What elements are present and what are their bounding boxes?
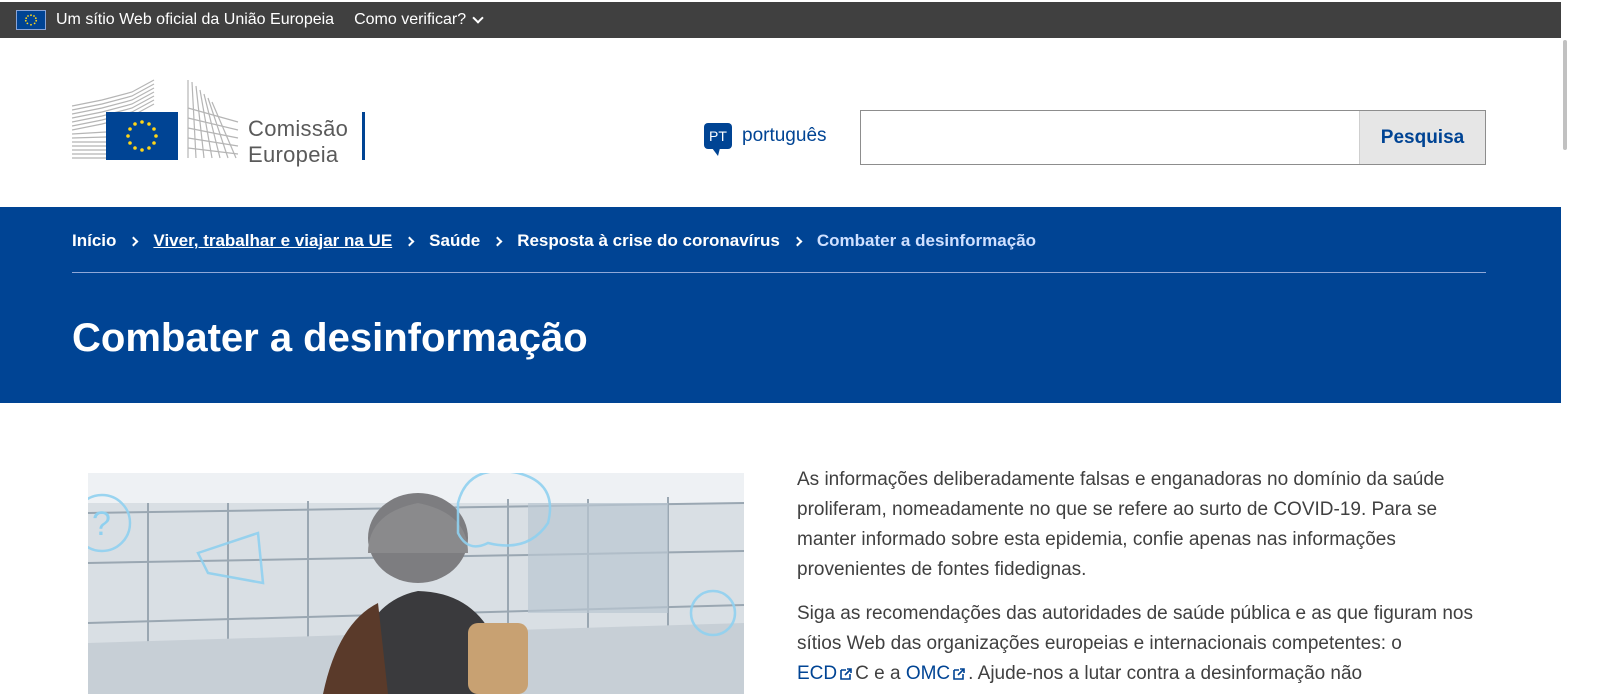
intro-paragraph-2: Siga as recomendações das autoridades de… (797, 599, 1487, 689)
logo-line-1: Comissão (248, 116, 349, 141)
svg-text:?: ? (92, 505, 111, 543)
language-selector[interactable]: PT português (704, 123, 827, 156)
language-code-icon: PT (704, 123, 732, 156)
page-title: Combater a desinformação (72, 316, 588, 360)
official-site-text: Um sítio Web oficial da União Europeia (56, 11, 335, 28)
official-eu-banner: Um sítio Web oficial da União Europeia C… (0, 2, 1592, 38)
omc-link-label: OMC (905, 663, 951, 684)
eu-flag-icon (16, 10, 46, 30)
chevron-right-icon (792, 236, 803, 246)
scrollbar-thumb[interactable] (1563, 40, 1567, 150)
logo-wordmark: Comissão Europeia (248, 116, 348, 168)
paragraph-2-end: . Ajude-nos a lutar contra a desinformaç… (968, 663, 1363, 684)
chevron-right-icon (128, 236, 139, 246)
language-label: português (742, 125, 827, 146)
search-form: Pesquisa (860, 110, 1486, 165)
breadcrumb-item-health[interactable]: Saúde (429, 231, 480, 251)
external-link-icon (953, 668, 965, 680)
breadcrumb: Início Viver, trabalhar e viajar na UE S… (72, 231, 1036, 251)
ecdc-link-label: ECD (797, 663, 838, 684)
ecdc-link-tail: C e a (855, 663, 901, 684)
intro-content: As informações deliberadamente falsas e … (797, 465, 1487, 694)
breadcrumb-item-home[interactable]: Início (72, 231, 116, 251)
intro-paragraph-1: As informações deliberadamente falsas e … (797, 469, 1445, 580)
omc-link[interactable]: OMC (906, 663, 968, 684)
search-input[interactable] (861, 111, 1359, 164)
breadcrumb-item-live-work-travel[interactable]: Viver, trabalhar e viajar na UE (153, 231, 392, 251)
how-to-verify-label: Como verificar? (354, 11, 467, 28)
chevron-right-icon (404, 236, 415, 246)
hero-image: ? (88, 473, 744, 694)
logo-divider (362, 112, 365, 160)
chevron-right-icon (492, 236, 503, 246)
paragraph-2-start: Siga as recomendações das autoridades de… (797, 603, 1473, 654)
ecdc-link[interactable]: ECD (797, 663, 855, 684)
breadcrumb-item-coronavirus-response[interactable]: Resposta à crise do coronavírus (517, 231, 780, 251)
logo-line-2: Europeia (248, 142, 339, 167)
how-to-verify-toggle[interactable]: Como verificar? (354, 11, 484, 29)
chevron-down-icon (472, 11, 484, 24)
breadcrumb-divider (72, 272, 1486, 273)
external-link-icon (840, 668, 852, 680)
search-button[interactable]: Pesquisa (1359, 111, 1485, 164)
breadcrumb-item-current: Combater a desinformação (816, 231, 1037, 250)
